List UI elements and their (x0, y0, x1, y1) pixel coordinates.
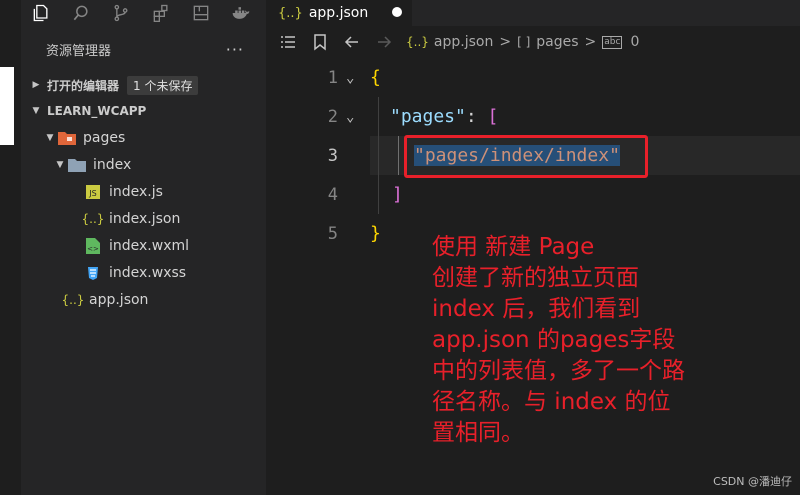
explorer-icon[interactable] (21, 0, 61, 26)
code-line-2[interactable]: 2 ⌄ "pages": [ (266, 97, 800, 136)
tab-bar: {..} app.json (266, 0, 800, 26)
more-actions-button[interactable]: ··· (226, 40, 244, 59)
breadcrumb-file-label: app.json (433, 34, 494, 50)
js-file-icon: JS (83, 183, 103, 201)
watermark: CSDN @潘迪仔 (713, 475, 792, 488)
breadcrumb-index-label: 0 (630, 34, 640, 50)
tree-folder-pages[interactable]: ▼ pages (21, 124, 266, 151)
wxml-file-icon: <> (83, 237, 103, 255)
tree-file-index-wxss[interactable]: index.wxss (21, 259, 266, 286)
explorer-sidebar: 资源管理器 ··· ▶ 打开的编辑器 1 个未保存 ▼ LEARN_WCAPP … (21, 26, 266, 495)
line-number: 3 (327, 145, 338, 166)
annotation-line: 创建了新的独立页面 (432, 265, 639, 291)
unsaved-badge: 1 个未保存 (127, 75, 199, 95)
breadcrumb-pages-label: pages (536, 34, 579, 50)
string-icon: abc (602, 35, 623, 49)
folder-pages-icon (57, 129, 77, 147)
tree-file-index-wxml[interactable]: <> index.wxml (21, 232, 266, 259)
tab-app-json[interactable]: {..} app.json (266, 0, 412, 26)
open-editors-label: 打开的编辑器 (47, 78, 120, 93)
code-line-4[interactable]: 4 ] (266, 175, 800, 214)
code-text: "pages": [ (390, 106, 498, 127)
sidebar-header: 资源管理器 ··· (21, 26, 266, 72)
tree-label: app.json (89, 291, 149, 308)
breadcrumb-index[interactable]: abc 0 (602, 34, 639, 50)
list-icon[interactable] (272, 26, 304, 58)
fold-chevron-icon[interactable]: ⌄ (346, 109, 354, 125)
tree-label: pages (83, 129, 126, 146)
left-edge-strip (0, 0, 21, 495)
breadcrumb-separator: > (584, 34, 597, 50)
file-icon[interactable] (181, 0, 221, 26)
search-icon[interactable] (61, 0, 101, 26)
line-number: 4 (327, 184, 338, 205)
code-line-1[interactable]: 1 ⌄ { (266, 58, 800, 97)
forward-arrow-icon[interactable] (368, 26, 400, 58)
breadcrumb-separator: > (499, 34, 512, 50)
json-file-icon: {..} (278, 5, 303, 21)
folder-icon (67, 156, 87, 174)
white-block (0, 67, 14, 145)
annotation-line: 中的列表值，多了一个路 (432, 358, 685, 384)
tree-file-index-json[interactable]: {..} index.json (21, 205, 266, 232)
back-arrow-icon[interactable] (336, 26, 368, 58)
project-section[interactable]: ▼ LEARN_WCAPP (21, 98, 266, 124)
tree-folder-index[interactable]: ▼ index (21, 151, 266, 178)
code-text: { (370, 67, 381, 88)
chevron-down-icon: ▼ (56, 159, 64, 170)
code-text: } (370, 223, 381, 244)
chevron-down-icon: ▼ (32, 106, 40, 116)
breadcrumb: {..} app.json > [ ] pages > abc 0 (266, 26, 800, 58)
annotation-line: 径名称。与 index 的位 (432, 389, 671, 415)
annotation-line: 置相同。 (432, 420, 524, 446)
json-file-icon: {..} (406, 35, 429, 49)
activity-bar (21, 0, 266, 26)
json-bracket: [ (487, 106, 499, 127)
line-number: 5 (327, 223, 338, 244)
svg-text:<>: <> (87, 245, 99, 253)
json-file-icon: {..} (61, 292, 85, 307)
tree-label: index.js (109, 183, 163, 200)
svg-text:JS: JS (88, 189, 96, 198)
json-colon: : (465, 106, 488, 127)
json-key: "pages" (390, 106, 466, 127)
source-control-icon[interactable] (101, 0, 141, 26)
sidebar-title: 资源管理器 (46, 43, 112, 59)
line-number: 2 (327, 106, 338, 127)
open-editors-section[interactable]: ▶ 打开的编辑器 1 个未保存 (21, 72, 266, 98)
annotation-line: index 后，我们看到 (432, 296, 641, 322)
array-icon: [ ] (517, 35, 531, 49)
docker-icon[interactable] (221, 0, 261, 26)
tree-label: index.wxml (109, 237, 190, 254)
red-highlight-box (404, 135, 648, 178)
code-text: ] (392, 184, 403, 205)
tree-label: index.json (109, 210, 181, 227)
tree-label: index.wxss (109, 264, 187, 281)
tree-label: index (93, 156, 132, 173)
unsaved-dot-icon[interactable] (392, 7, 402, 17)
annotation-line: app.json 的pages字段 (432, 327, 676, 353)
tab-label: app.json (308, 5, 369, 21)
project-label: LEARN_WCAPP (47, 104, 147, 118)
tree-file-app-json[interactable]: {..} app.json (21, 286, 266, 313)
annotation-text: 使用 新建 Page 创建了新的独立页面 index 后，我们看到 app.js… (432, 232, 762, 449)
fold-chevron-icon[interactable]: ⌄ (346, 70, 354, 86)
breadcrumb-file[interactable]: {..} app.json (406, 34, 493, 50)
breadcrumb-pages[interactable]: [ ] pages (517, 34, 578, 50)
annotation-line: 使用 新建 Page (432, 234, 595, 260)
wxss-file-icon (83, 264, 103, 282)
bookmark-icon[interactable] (304, 26, 336, 58)
tree-file-index-js[interactable]: JS index.js (21, 178, 266, 205)
extensions-icon[interactable] (141, 0, 181, 26)
chevron-right-icon: ▶ (32, 80, 40, 90)
chevron-down-icon: ▼ (46, 132, 54, 143)
line-number: 1 (327, 67, 338, 88)
json-file-icon: {..} (81, 211, 105, 226)
